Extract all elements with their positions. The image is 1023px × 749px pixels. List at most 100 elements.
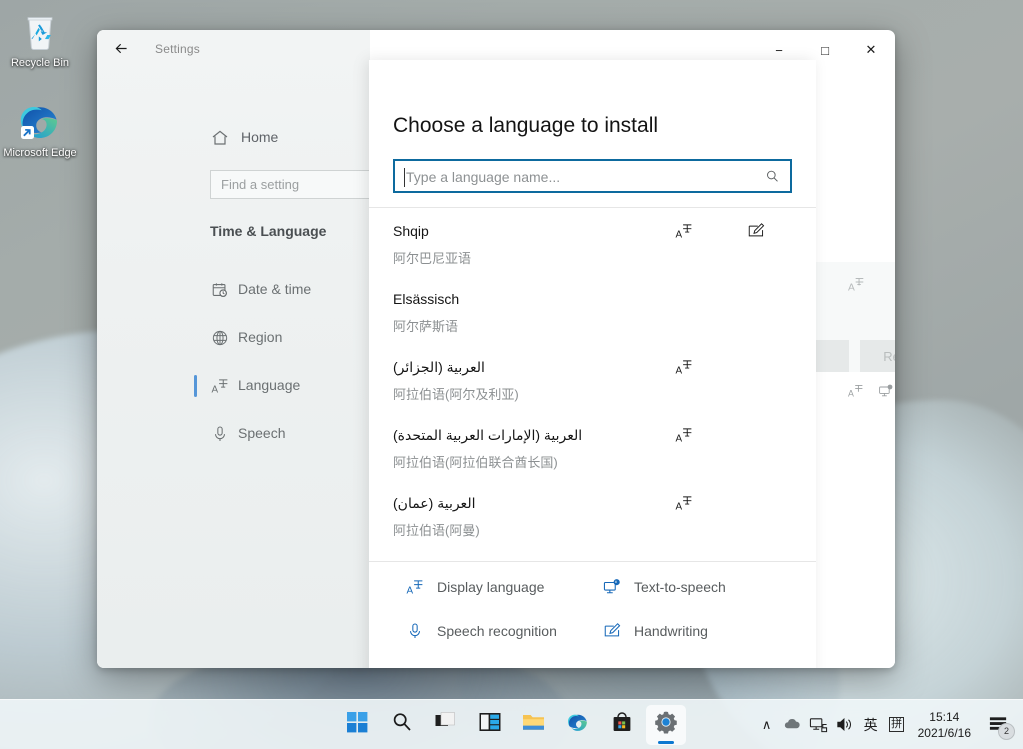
language-search-placeholder: Type a language name...	[406, 169, 560, 185]
text-to-speech-icon	[602, 578, 622, 596]
language-localized-name: 阿尔萨斯语	[393, 318, 792, 336]
display-language-icon: A	[648, 494, 720, 512]
settings-button[interactable]	[646, 705, 686, 745]
dialog-title: Choose a language to install	[393, 114, 658, 138]
widgets-button[interactable]	[470, 705, 510, 745]
feature-label: Text-to-speech	[634, 579, 726, 595]
sidebar-item-home[interactable]: Home	[241, 129, 278, 145]
network-icon[interactable]	[806, 705, 832, 745]
ime-mode-indicator[interactable]: 拼	[884, 705, 910, 745]
svg-text:A: A	[675, 229, 682, 240]
start-button[interactable]	[338, 705, 378, 745]
svg-text:A: A	[675, 365, 682, 376]
language-localized-name: 阿尔巴尼亚语	[393, 250, 792, 268]
sidebar-section-heading: Time & Language	[210, 223, 326, 239]
desktop-icon-label: Microsoft Edge	[3, 147, 76, 159]
folder-icon	[522, 711, 545, 739]
microsoft-edge-icon	[0, 98, 80, 144]
language-capability-icons: A	[648, 494, 792, 512]
sidebar-item-language[interactable]: A Language	[201, 368, 391, 404]
ime-language-indicator[interactable]: 英	[858, 705, 884, 745]
windows-logo-icon	[347, 712, 368, 738]
display-language-icon: A	[405, 578, 425, 596]
display-language-icon: A	[848, 383, 864, 404]
tray-expand-button[interactable]: ∧	[754, 705, 780, 745]
file-explorer-button[interactable]	[514, 705, 554, 745]
choose-language-dialog[interactable]: Choose a language to install Type a lang…	[369, 60, 816, 668]
feature-text-to-speech: Text-to-speech	[602, 572, 726, 602]
microsoft-edge-button[interactable]	[558, 705, 598, 745]
widgets-icon	[479, 711, 501, 738]
microsoft-edge-icon	[566, 710, 590, 739]
clock[interactable]: 15:14 2021/6/16	[910, 709, 981, 741]
globe-icon	[210, 328, 230, 348]
handwriting-icon	[720, 222, 792, 240]
taskbar[interactable]: ∧ 英 拼	[0, 699, 1023, 749]
find-a-setting-input[interactable]: Find a setting	[210, 170, 386, 199]
onedrive-cloud-icon[interactable]	[780, 705, 806, 745]
svg-text:A: A	[848, 282, 855, 293]
desktop-icon-label: Recycle Bin	[11, 57, 69, 69]
desktop[interactable]: Recycle Bin Microsoft Edge	[0, 0, 1023, 749]
language-capability-icons: A	[648, 222, 792, 240]
search-icon	[391, 711, 413, 738]
task-view-button[interactable]	[426, 705, 466, 745]
recycle-bin-icon	[0, 8, 80, 54]
search-icon[interactable]	[765, 169, 780, 189]
sidebar-item-region[interactable]: Region	[201, 320, 391, 356]
sidebar-item-label: Speech	[238, 425, 285, 441]
list-item[interactable]: Elsässisch 阿尔萨斯语	[369, 276, 816, 344]
language-capability-icons: A	[648, 426, 792, 444]
search-button[interactable]	[382, 705, 422, 745]
feature-display-language: A Display language	[405, 572, 544, 602]
feature-label: Display language	[437, 579, 544, 595]
handwriting-icon	[602, 622, 622, 640]
sidebar-item-speech[interactable]: Speech	[201, 416, 391, 452]
notification-center-button[interactable]: 2	[981, 705, 1015, 745]
language-localized-name: 阿拉伯语(阿拉伯联合酋长国)	[393, 454, 792, 472]
calendar-clock-icon	[210, 280, 230, 300]
feature-label: Handwriting	[634, 623, 708, 639]
ime-mode-label: 拼	[889, 717, 904, 732]
microsoft-store-button[interactable]	[602, 705, 642, 745]
list-item[interactable]: العربية (الجزائر) 阿拉伯语(阿尔及利亚) A	[369, 344, 816, 412]
system-tray: ∧ 英 拼	[754, 700, 1015, 749]
notification-badge: 2	[998, 723, 1015, 740]
back-arrow-icon	[113, 40, 130, 62]
list-item[interactable]: العربية (عمان) 阿拉伯语(阿曼) A	[369, 480, 816, 548]
language-capability-icons: A	[648, 358, 792, 376]
language-localized-name: 阿拉伯语(阿曼)	[393, 522, 792, 540]
sidebar-item-label: Language	[238, 377, 300, 393]
home-icon	[210, 128, 230, 153]
desktop-icon-microsoft-edge[interactable]: Microsoft Edge	[0, 98, 80, 160]
language-native-name: Elsässisch	[393, 290, 792, 308]
gear-icon	[654, 710, 678, 739]
text-to-speech-icon	[878, 383, 894, 404]
find-a-setting-placeholder: Find a setting	[221, 177, 299, 192]
settings-window[interactable]: A ons Remove A	[97, 30, 895, 668]
language-search-input[interactable]: Type a language name...	[393, 159, 792, 193]
language-list[interactable]: Shqip 阿尔巴尼亚语 A	[369, 208, 816, 561]
desktop-icon-recycle-bin[interactable]: Recycle Bin	[0, 8, 80, 70]
clock-date: 2021/6/16	[918, 725, 971, 741]
back-button[interactable]	[106, 36, 136, 66]
list-item[interactable]: العربية (الإمارات العربية المتحدة) 阿拉伯语(…	[369, 412, 816, 480]
sidebar-item-label: Region	[238, 329, 282, 345]
display-language-icon: A	[848, 276, 865, 298]
language-features-grid: A Display language	[369, 562, 816, 650]
text-caret	[404, 168, 405, 187]
close-button[interactable]: ✕	[848, 30, 894, 70]
display-language-icon: A	[648, 222, 720, 240]
taskbar-center-group	[338, 700, 686, 749]
feature-handwriting: Handwriting	[602, 616, 708, 646]
svg-text:A: A	[848, 388, 854, 398]
clock-time: 15:14	[918, 709, 971, 725]
window-title: Settings	[155, 42, 200, 56]
display-language-icon: A	[210, 376, 230, 396]
svg-text:A: A	[675, 433, 682, 444]
sidebar-item-date-time[interactable]: Date & time	[201, 272, 391, 308]
speaker-icon[interactable]	[832, 705, 858, 745]
list-item[interactable]: Shqip 阿尔巴尼亚语 A	[369, 208, 816, 276]
remove-button[interactable]: Remove	[860, 340, 895, 372]
microphone-icon	[210, 424, 230, 444]
